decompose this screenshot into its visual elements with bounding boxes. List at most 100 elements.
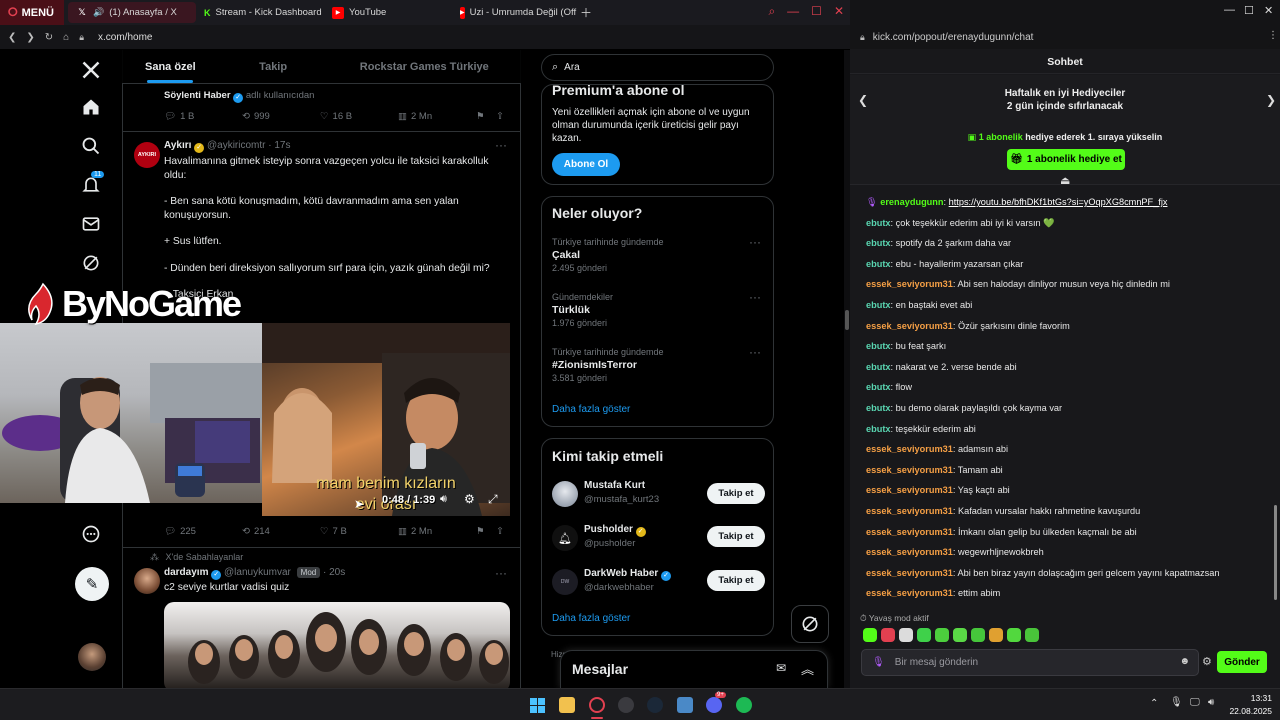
chat-username[interactable]: essek_seviyorum31 <box>866 527 953 537</box>
chat-username[interactable]: ebutx <box>866 341 891 351</box>
clock-date[interactable]: 22.08.2025 <box>1225 706 1272 716</box>
close-icon[interactable]: ✕ <box>834 4 844 19</box>
emote-icon[interactable] <box>1025 628 1039 642</box>
forward-icon[interactable]: ❯ <box>26 32 34 43</box>
more-options-icon[interactable] <box>79 522 103 546</box>
settings-gear-icon[interactable]: ⚙ <box>1202 655 1212 668</box>
bookmark-icon[interactable]: ⚑ <box>476 526 496 537</box>
gift-subscription-button[interactable]: 🎁︎ 1 abonelik hediye et <box>1007 149 1125 170</box>
chat-username[interactable]: essek_seviyorum31 <box>866 321 953 331</box>
home-icon[interactable] <box>79 95 103 119</box>
chat-scrollbar[interactable] <box>1274 195 1278 605</box>
subscribe-button[interactable]: Abone Ol <box>552 153 620 176</box>
follow-suggestion[interactable]: 🔔︎ Pusholder ✓ @pusholder Takip et <box>542 521 773 561</box>
minimize-icon[interactable]: — <box>1224 4 1235 16</box>
chat-username[interactable]: essek_seviyorum31 <box>866 485 953 495</box>
spotify-icon[interactable] <box>736 697 752 713</box>
chat-username[interactable]: ebutx <box>866 382 891 392</box>
trend-item[interactable]: Türkiye tarihinde gündemde Çakal 2.495 g… <box>552 237 764 273</box>
follow-suggestion[interactable]: DW DarkWeb Haber ✓ @darkwebhaber Takip e… <box>542 565 773 605</box>
volume-icon[interactable]: 🔊︎ <box>440 493 447 506</box>
chevron-up-icon[interactable]: ⌃ <box>1150 698 1158 709</box>
new-message-icon[interactable]: ✉ <box>776 661 786 675</box>
author-avatar[interactable]: AYKIRI <box>134 142 160 168</box>
chat-message-input[interactable]: 🎙︎ Bir mesaj gönderin ☻ <box>861 649 1199 676</box>
author-avatar[interactable] <box>134 568 160 594</box>
more-icon[interactable]: ··· <box>749 235 761 249</box>
share-icon[interactable]: ⇪ <box>496 526 504 537</box>
account-avatar[interactable] <box>78 643 106 671</box>
bookmark-icon[interactable]: ⚑ <box>476 111 496 122</box>
scrollbar-thumb[interactable] <box>845 310 849 330</box>
grok-floating-button[interactable] <box>791 605 829 643</box>
views-button[interactable]: ▥ 2 Mn <box>398 526 476 537</box>
show-more-link[interactable]: Daha fazla göster <box>552 613 630 624</box>
fullscreen-icon[interactable]: ⤢ <box>488 492 498 507</box>
emote-icon[interactable] <box>989 628 1003 642</box>
like-button[interactable]: ♡ 7 B <box>320 526 398 537</box>
follow-suggestion[interactable]: Mustafa Kurt @mustafa_kurt23 Takip et <box>542 477 773 517</box>
retweet-button[interactable]: ⟲ 999 <box>242 111 320 122</box>
opera-gx-icon[interactable] <box>589 697 605 713</box>
tab-following[interactable]: Takip <box>219 50 328 83</box>
messages-drawer[interactable]: Mesajlar ✉ ︽ <box>560 650 828 688</box>
popout-url[interactable]: kick.com/popout/erenaydugunn/chat <box>873 32 1034 43</box>
chat-username[interactable]: essek_seviyorum31 <box>866 279 953 289</box>
microphone-icon[interactable]: 🎙︎ <box>872 657 885 668</box>
more-icon[interactable]: ··· <box>749 290 761 304</box>
chat-username[interactable]: essek_seviyorum31 <box>866 444 953 454</box>
new-tab-button[interactable]: ＋ <box>580 4 592 21</box>
chat-username[interactable]: essek_seviyorum31 <box>866 465 953 475</box>
tweet-image[interactable] <box>164 602 510 688</box>
speaker-icon[interactable]: 🔊 <box>93 7 104 18</box>
emoji-icon[interactable]: ☻ <box>1179 656 1190 667</box>
emote-icon[interactable] <box>971 628 985 642</box>
search-box[interactable]: ⌕ Ara <box>541 54 774 81</box>
search-icon[interactable] <box>79 134 103 158</box>
chat-username[interactable]: essek_seviyorum31 <box>866 568 953 578</box>
close-icon[interactable]: ✕ <box>1264 4 1273 17</box>
minimize-icon[interactable]: — <box>787 4 799 19</box>
url-field[interactable]: x.com/home <box>98 32 152 43</box>
chat-username[interactable]: essek_seviyorum31 <box>866 547 953 557</box>
follow-button[interactable]: Takip et <box>707 570 765 591</box>
home-icon[interactable]: ⌂ <box>63 32 69 43</box>
emote-icon[interactable] <box>899 628 913 642</box>
reload-icon[interactable]: ↻ <box>45 32 53 43</box>
tab-x-home[interactable]: 𝕏 🔊 (1) Anasayfa / X <box>68 2 196 23</box>
chat-link[interactable]: https://youtu.be/bfhDKf1btGs?si=yOqpXG8c… <box>949 197 1168 207</box>
messages-envelope-icon[interactable] <box>79 212 103 236</box>
chat-username[interactable]: essek_seviyorum31 <box>866 506 953 516</box>
opera-menu-button[interactable]: ⭘ MENÜ <box>0 0 64 25</box>
grok-icon[interactable] <box>79 251 103 275</box>
tweet[interactable]: Söylenti Haber ✓ adlı kullanıcıdan 💬︎ 1 … <box>122 84 521 132</box>
more-icon[interactable]: ⋮ <box>1268 30 1278 41</box>
tab-for-you[interactable]: Sana özel <box>122 50 219 83</box>
chat-username[interactable]: ebutx <box>866 300 891 310</box>
author-name[interactable]: Aykırı <box>164 140 191 151</box>
tab-youtube-uzi[interactable]: ▶ Uzi - Umrumda Değil (Off <box>452 2 578 23</box>
views-button[interactable]: ▥ 2 Mn <box>398 111 476 122</box>
monitor-network-icon[interactable]: 🖵 <box>1190 697 1200 708</box>
back-icon[interactable]: ❮ <box>8 32 16 43</box>
emote-icon[interactable] <box>935 628 949 642</box>
chat-username[interactable]: ebutx <box>866 362 891 372</box>
microphone-icon[interactable]: 🎙︎ <box>1170 697 1183 708</box>
tab-kick-dashboard[interactable]: K Stream - Kick Dashboard <box>196 2 324 23</box>
tab-youtube[interactable]: ▶ YouTube <box>324 2 452 23</box>
trend-item[interactable]: Gündemdekiler Türklük 1.976 gönderi <box>552 292 764 328</box>
file-explorer-icon[interactable] <box>559 697 575 713</box>
more-icon[interactable]: ··· <box>749 345 761 359</box>
emote-icon[interactable] <box>863 628 877 642</box>
expand-icon[interactable]: ︽ <box>801 659 814 678</box>
maximize-icon[interactable]: ☐ <box>811 4 822 19</box>
search-tabs-icon[interactable]: ⌕ <box>768 4 775 19</box>
obs-icon[interactable] <box>618 697 634 713</box>
tab-rockstar-games[interactable]: Rockstar Games Türkiye <box>328 50 521 83</box>
trend-item[interactable]: Türkiye tarihinde gündemde #ZionismIsTer… <box>552 347 764 383</box>
chat-username[interactable]: ebutx <box>866 403 891 413</box>
author-name[interactable]: dardayım <box>164 567 208 578</box>
scrollbar-thumb[interactable] <box>1274 505 1277 600</box>
reply-button[interactable]: 💬︎ 1 B <box>164 111 242 122</box>
tweet-video-player[interactable]: mam benim kızların evi orası 0:48 / 1:39… <box>262 323 510 516</box>
